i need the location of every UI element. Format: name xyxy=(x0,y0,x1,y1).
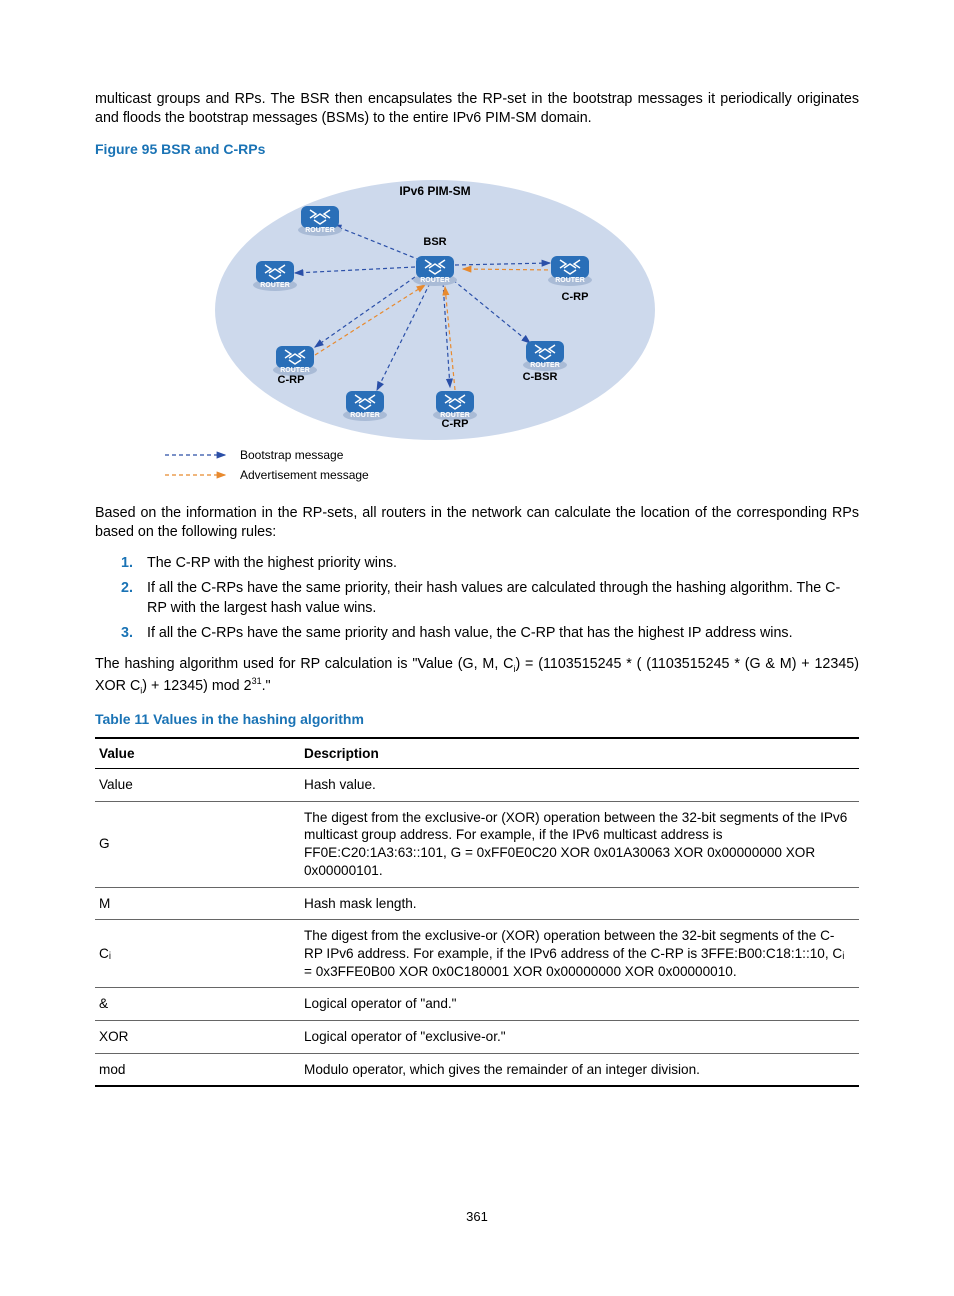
router-icon xyxy=(413,256,457,286)
table-row: XORLogical operator of "exclusive-or." xyxy=(95,1020,859,1053)
list-number: 2. xyxy=(121,579,147,618)
router-icon xyxy=(343,391,387,421)
legend-bootstrap: Bootstrap message xyxy=(240,448,344,462)
table-row: modModulo operator, which gives the rema… xyxy=(95,1053,859,1086)
label-crp-bl: C-RP xyxy=(278,374,305,386)
router-icon xyxy=(298,206,342,236)
label-crp-b: C-RP xyxy=(442,418,469,430)
hash-algorithm-paragraph: The hashing algorithm used for RP calcul… xyxy=(95,655,859,697)
table-row: MHash mask length. xyxy=(95,887,859,920)
table-row: CᵢThe digest from the exclusive-or (XOR)… xyxy=(95,920,859,988)
label-cbsr: C-BSR xyxy=(523,371,558,383)
table-row: ValueHash value. xyxy=(95,769,859,802)
col-header-desc: Description xyxy=(300,738,859,769)
rules-intro: Based on the information in the RP-sets,… xyxy=(95,504,859,543)
router-icon xyxy=(433,391,477,421)
list-text: If all the C-RPs have the same priority … xyxy=(147,624,859,643)
router-icon xyxy=(273,346,317,376)
page-number: 361 xyxy=(0,1209,954,1224)
table-row: GThe digest from the exclusive-or (XOR) … xyxy=(95,801,859,887)
figure-caption: Figure 95 BSR and C-RPs xyxy=(95,141,859,157)
table-row: &Logical operator of "and." xyxy=(95,988,859,1021)
rules-list: 1.The C-RP with the highest priority win… xyxy=(95,554,859,643)
list-number: 1. xyxy=(121,554,147,573)
bsr-crp-diagram: ROUTER IPv6 PIM-SM xyxy=(155,165,859,490)
col-header-value: Value xyxy=(95,738,300,769)
hashing-algorithm-table: Value Description ValueHash value. GThe … xyxy=(95,737,859,1087)
label-bsr: BSR xyxy=(423,236,446,248)
router-icon xyxy=(548,256,592,286)
list-item: 2.If all the C-RPs have the same priorit… xyxy=(121,579,859,618)
list-text: The C-RP with the highest priority wins. xyxy=(147,554,859,573)
list-item: 3.If all the C-RPs have the same priorit… xyxy=(121,624,859,643)
label-crp-tr: C-RP xyxy=(562,291,589,303)
legend-advertisement: Advertisement message xyxy=(240,468,369,482)
diagram-title: IPv6 PIM-SM xyxy=(399,184,470,198)
list-number: 3. xyxy=(121,624,147,643)
table-caption: Table 11 Values in the hashing algorithm xyxy=(95,711,859,727)
router-icon xyxy=(253,261,297,291)
list-item: 1.The C-RP with the highest priority win… xyxy=(121,554,859,573)
router-icon xyxy=(523,341,567,371)
intro-paragraph: multicast groups and RPs. The BSR then e… xyxy=(95,90,859,129)
list-text: If all the C-RPs have the same priority,… xyxy=(147,579,859,618)
